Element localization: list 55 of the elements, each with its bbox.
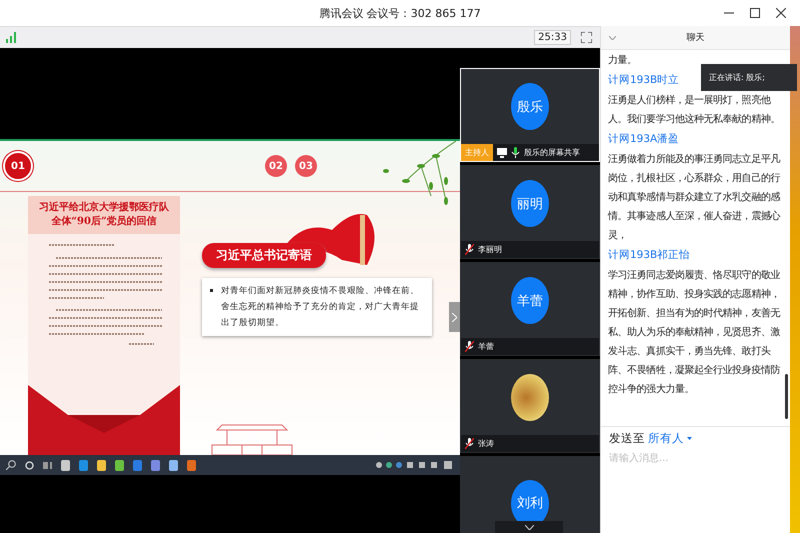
recipient-dropdown[interactable]: 所有人 <box>648 431 692 446</box>
app-icon[interactable] <box>79 460 88 470</box>
participant-name: 羊蕾 <box>478 341 494 352</box>
app-icon[interactable] <box>61 460 70 470</box>
participant-name: 李丽明 <box>478 244 502 255</box>
quote-text: 对青年们面对新冠肺炎疫情不畏艰险、冲锋在前、舍生忘死的精神给予了充分的肯定，对广大青年提出了殷切期望。 <box>221 285 420 330</box>
message-sender: 计网193B祁正怡 <box>608 248 690 263</box>
participant-tile[interactable]: 羊蕾 羊蕾 <box>460 262 600 356</box>
fullscreen-icon[interactable] <box>581 32 592 43</box>
signal-icon <box>6 32 16 43</box>
circle-icon[interactable] <box>25 460 34 470</box>
participant-tile[interactable]: 丽明 李丽明 <box>460 165 600 259</box>
search-icon[interactable] <box>6 460 16 470</box>
letter-title: 全体“90后”党员的回信 <box>51 214 157 228</box>
participant-tile[interactable]: 张涛 <box>460 359 600 453</box>
message-sender: 计网193B时立 <box>608 73 680 88</box>
meeting-timer: 25:33 <box>534 30 571 45</box>
participant-name: 张涛 <box>478 438 494 449</box>
message-text: 学习汪勇同志爱岗履责、恪尽职守的敬业精神，协作互助、投身实践的志愿精神，开拓创新、担当有为的时代精神，友善无私、助人为乐的奉献精神，见贤思齐、激发斗志、真抓实干，勇当先锋、敢打头阵、不畏牺牲，凝聚起全行业投身疫情防控斗争的强大力量。 <box>608 268 782 397</box>
app-icon[interactable] <box>115 460 124 470</box>
step-marker: 03 <box>295 155 317 177</box>
message-text: 汪勇做着力所能及的事汪勇同志立足平凡岗位，扎根社区，心系群众，用自己的行动和真挚感情与群众建立了水乳交融的感情。其事迹感人至深，催人奋进，震撼心灵， <box>608 152 782 243</box>
letter-title: 习近平给北京大学援鄂医疗队 <box>39 200 169 214</box>
close-icon[interactable] <box>776 8 786 18</box>
app-icon[interactable] <box>97 460 106 470</box>
next-slide-button[interactable] <box>449 302 460 332</box>
message-sender: 计网193A潘盈 <box>608 132 680 147</box>
avatar-circle: 丽明 <box>511 180 549 227</box>
app-icon[interactable] <box>187 460 196 470</box>
participant-tile[interactable]: 刘利 <box>460 456 600 533</box>
chevron-right-icon <box>452 312 457 322</box>
app-icon[interactable] <box>151 460 160 470</box>
chevron-down-icon <box>524 524 534 530</box>
chat-title: 聊天 <box>686 32 705 44</box>
task-view-icon[interactable] <box>43 460 52 470</box>
bullet-icon <box>210 289 213 292</box>
send-to-label: 发送至 <box>609 431 645 446</box>
photo-placeholder <box>511 374 549 421</box>
window-title: 腾讯会议 会议号：302 865 177 <box>319 6 481 20</box>
message-text: 力量。 <box>608 54 638 68</box>
step-marker: 02 <box>265 155 287 177</box>
participant-name: 殷乐的屏幕共享 <box>524 147 580 158</box>
chevron-down-icon[interactable] <box>609 36 616 40</box>
step-marker: 01 <box>3 151 33 181</box>
slogan-banner: 习近平总书记寄语 <box>202 243 326 268</box>
avatar-circle: 殷乐 <box>511 83 549 130</box>
avatar-circle: 羊蕾 <box>511 277 549 324</box>
maximize-icon[interactable] <box>750 8 760 18</box>
message-text: 汪勇是人们榜样，是一展明灯，照亮他人。我们要学习他这种无私奉献的精神。 <box>608 94 781 127</box>
app-icon[interactable] <box>169 460 178 470</box>
scrollbar-thumb[interactable] <box>785 374 788 419</box>
caret-icon <box>687 437 692 440</box>
participant-tile[interactable]: 殷乐 主持人 殷乐的屏幕共享 <box>460 68 600 162</box>
speaking-tooltip: 正在讲话: 殷乐; <box>701 64 797 91</box>
host-badge: 主持人 <box>461 144 493 161</box>
